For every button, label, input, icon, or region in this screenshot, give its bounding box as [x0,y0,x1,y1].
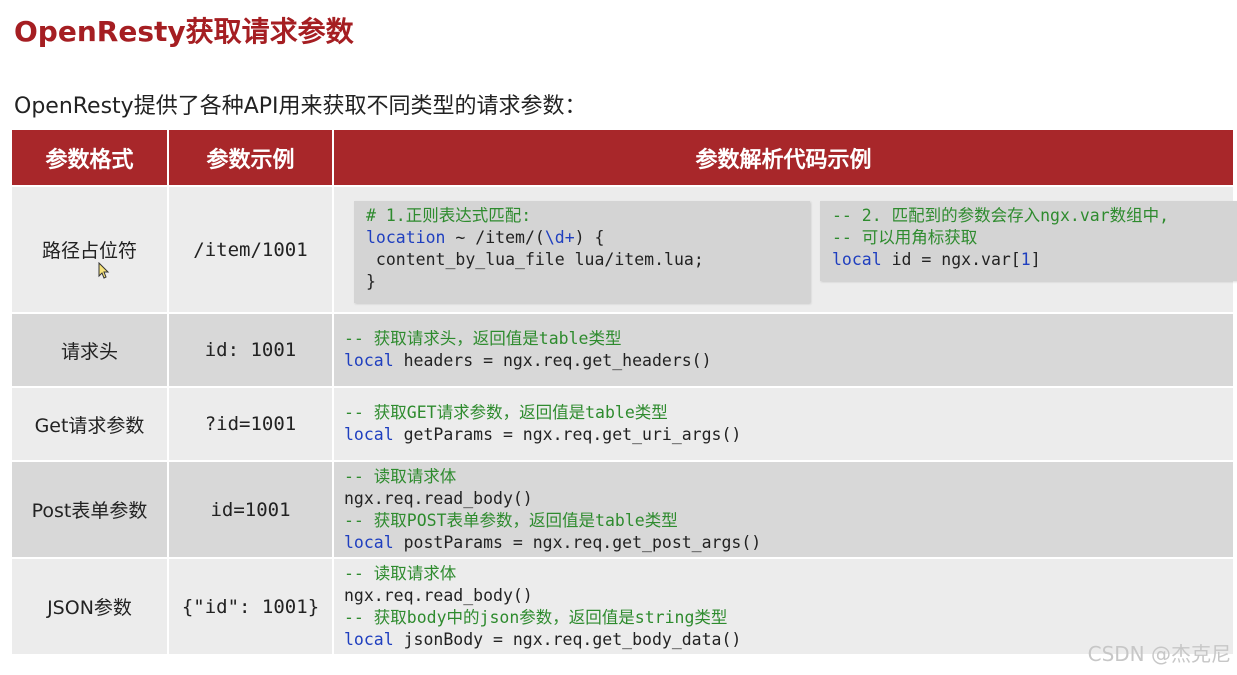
row-format: Get请求参数 [12,388,167,460]
code-box-regex: # 1.正则表达式匹配: location ~ /item/(\d+) { co… [354,201,810,303]
row-example: id: 1001 [169,314,332,386]
code-line: content_by_lua_file lua/item.lua; [366,250,704,269]
table-row: Post表单参数 id=1001 -- 读取请求体 ngx.req.read_b… [12,462,1233,557]
code-line: local jsonBody = ngx.req.get_body_data() [344,629,742,649]
code-line: -- 获取POST表单参数，返回值是table类型 [344,510,678,530]
row-code-cell: # 1.正则表达式匹配: location ~ /item/(\d+) { co… [334,187,1237,312]
code-line: -- 2. 匹配到的参数会存入ngx.var数组中, [832,206,1170,225]
code-line: -- 读取请求体 [344,466,457,486]
code-line: ngx.req.read_body() [344,585,533,605]
row-example: /item/1001 [169,187,332,312]
code-line: local getParams = ngx.req.get_uri_args() [344,425,742,444]
table-row: Get请求参数 ?id=1001 -- 获取GET请求参数，返回值是table类… [12,388,1233,460]
table-row: 请求头 id: 1001 -- 获取请求头，返回值是table类型 local … [12,314,1233,386]
row-format: Post表单参数 [12,462,167,557]
row-code-cell: -- 读取请求体 ngx.req.read_body() -- 获取POST表单… [334,462,1233,557]
row-format: 路径占位符 [12,187,167,312]
table-header-row: 参数格式 参数示例 参数解析代码示例 [12,130,1233,185]
code-line: -- 可以用角标获取 [832,228,978,247]
code-line: local headers = ngx.req.get_headers() [344,351,712,370]
row-example: id=1001 [169,462,332,557]
table-row: 路径占位符 /item/1001 # 1.正则表达式匹配: location ~… [12,187,1237,312]
row-code-cell: -- 获取请求头，返回值是table类型 local headers = ngx… [334,314,1233,386]
code-line: } [366,272,376,291]
page-title: OpenResty获取请求参数 [14,15,354,48]
code-block: -- 获取请求头，返回值是table类型 local headers = ngx… [334,328,1233,372]
code-line: -- 获取GET请求参数，返回值是table类型 [344,403,668,422]
header-code: 参数解析代码示例 [334,130,1233,185]
code-line: -- 读取请求体 [344,563,457,583]
row-example: ?id=1001 [169,388,332,460]
watermark: CSDN @杰克尼 [1087,642,1231,666]
code-box-var: -- 2. 匹配到的参数会存入ngx.var数组中, -- 可以用角标获取 lo… [820,201,1237,281]
subtitle: OpenResty提供了各种API用来获取不同类型的请求参数： [14,94,587,119]
table-row: JSON参数 {"id": 1001} -- 读取请求体 ngx.req.rea… [12,559,1233,654]
row-format: JSON参数 [12,559,167,654]
params-table: 参数格式 参数示例 参数解析代码示例 路径占位符 /item/1001 # 1.… [10,128,1237,656]
row-format: 请求头 [12,314,167,386]
code-block: -- 获取GET请求参数，返回值是table类型 local getParams… [334,402,1233,446]
code-block: -- 读取请求体 ngx.req.read_body() -- 获取POST表单… [334,466,1233,554]
code-line: -- 获取body中的json参数，返回值是string类型 [344,607,728,627]
code-line: ngx.req.read_body() [344,488,533,508]
header-format: 参数格式 [12,130,167,185]
code-line-rest: ~ /item/(\d+) { [445,228,605,247]
code-line: # 1.正则表达式匹配: [366,206,532,225]
code-line: local id = ngx.var[1] [832,250,1041,269]
header-example: 参数示例 [169,130,332,185]
row-example: {"id": 1001} [169,559,332,654]
code-line: location ~ /item/(\d+) { [366,228,605,247]
code-line: -- 获取请求头，返回值是table类型 [344,329,622,348]
row-code-cell: -- 获取GET请求参数，返回值是table类型 local getParams… [334,388,1233,460]
code-line: local postParams = ngx.req.get_post_args… [344,532,762,552]
